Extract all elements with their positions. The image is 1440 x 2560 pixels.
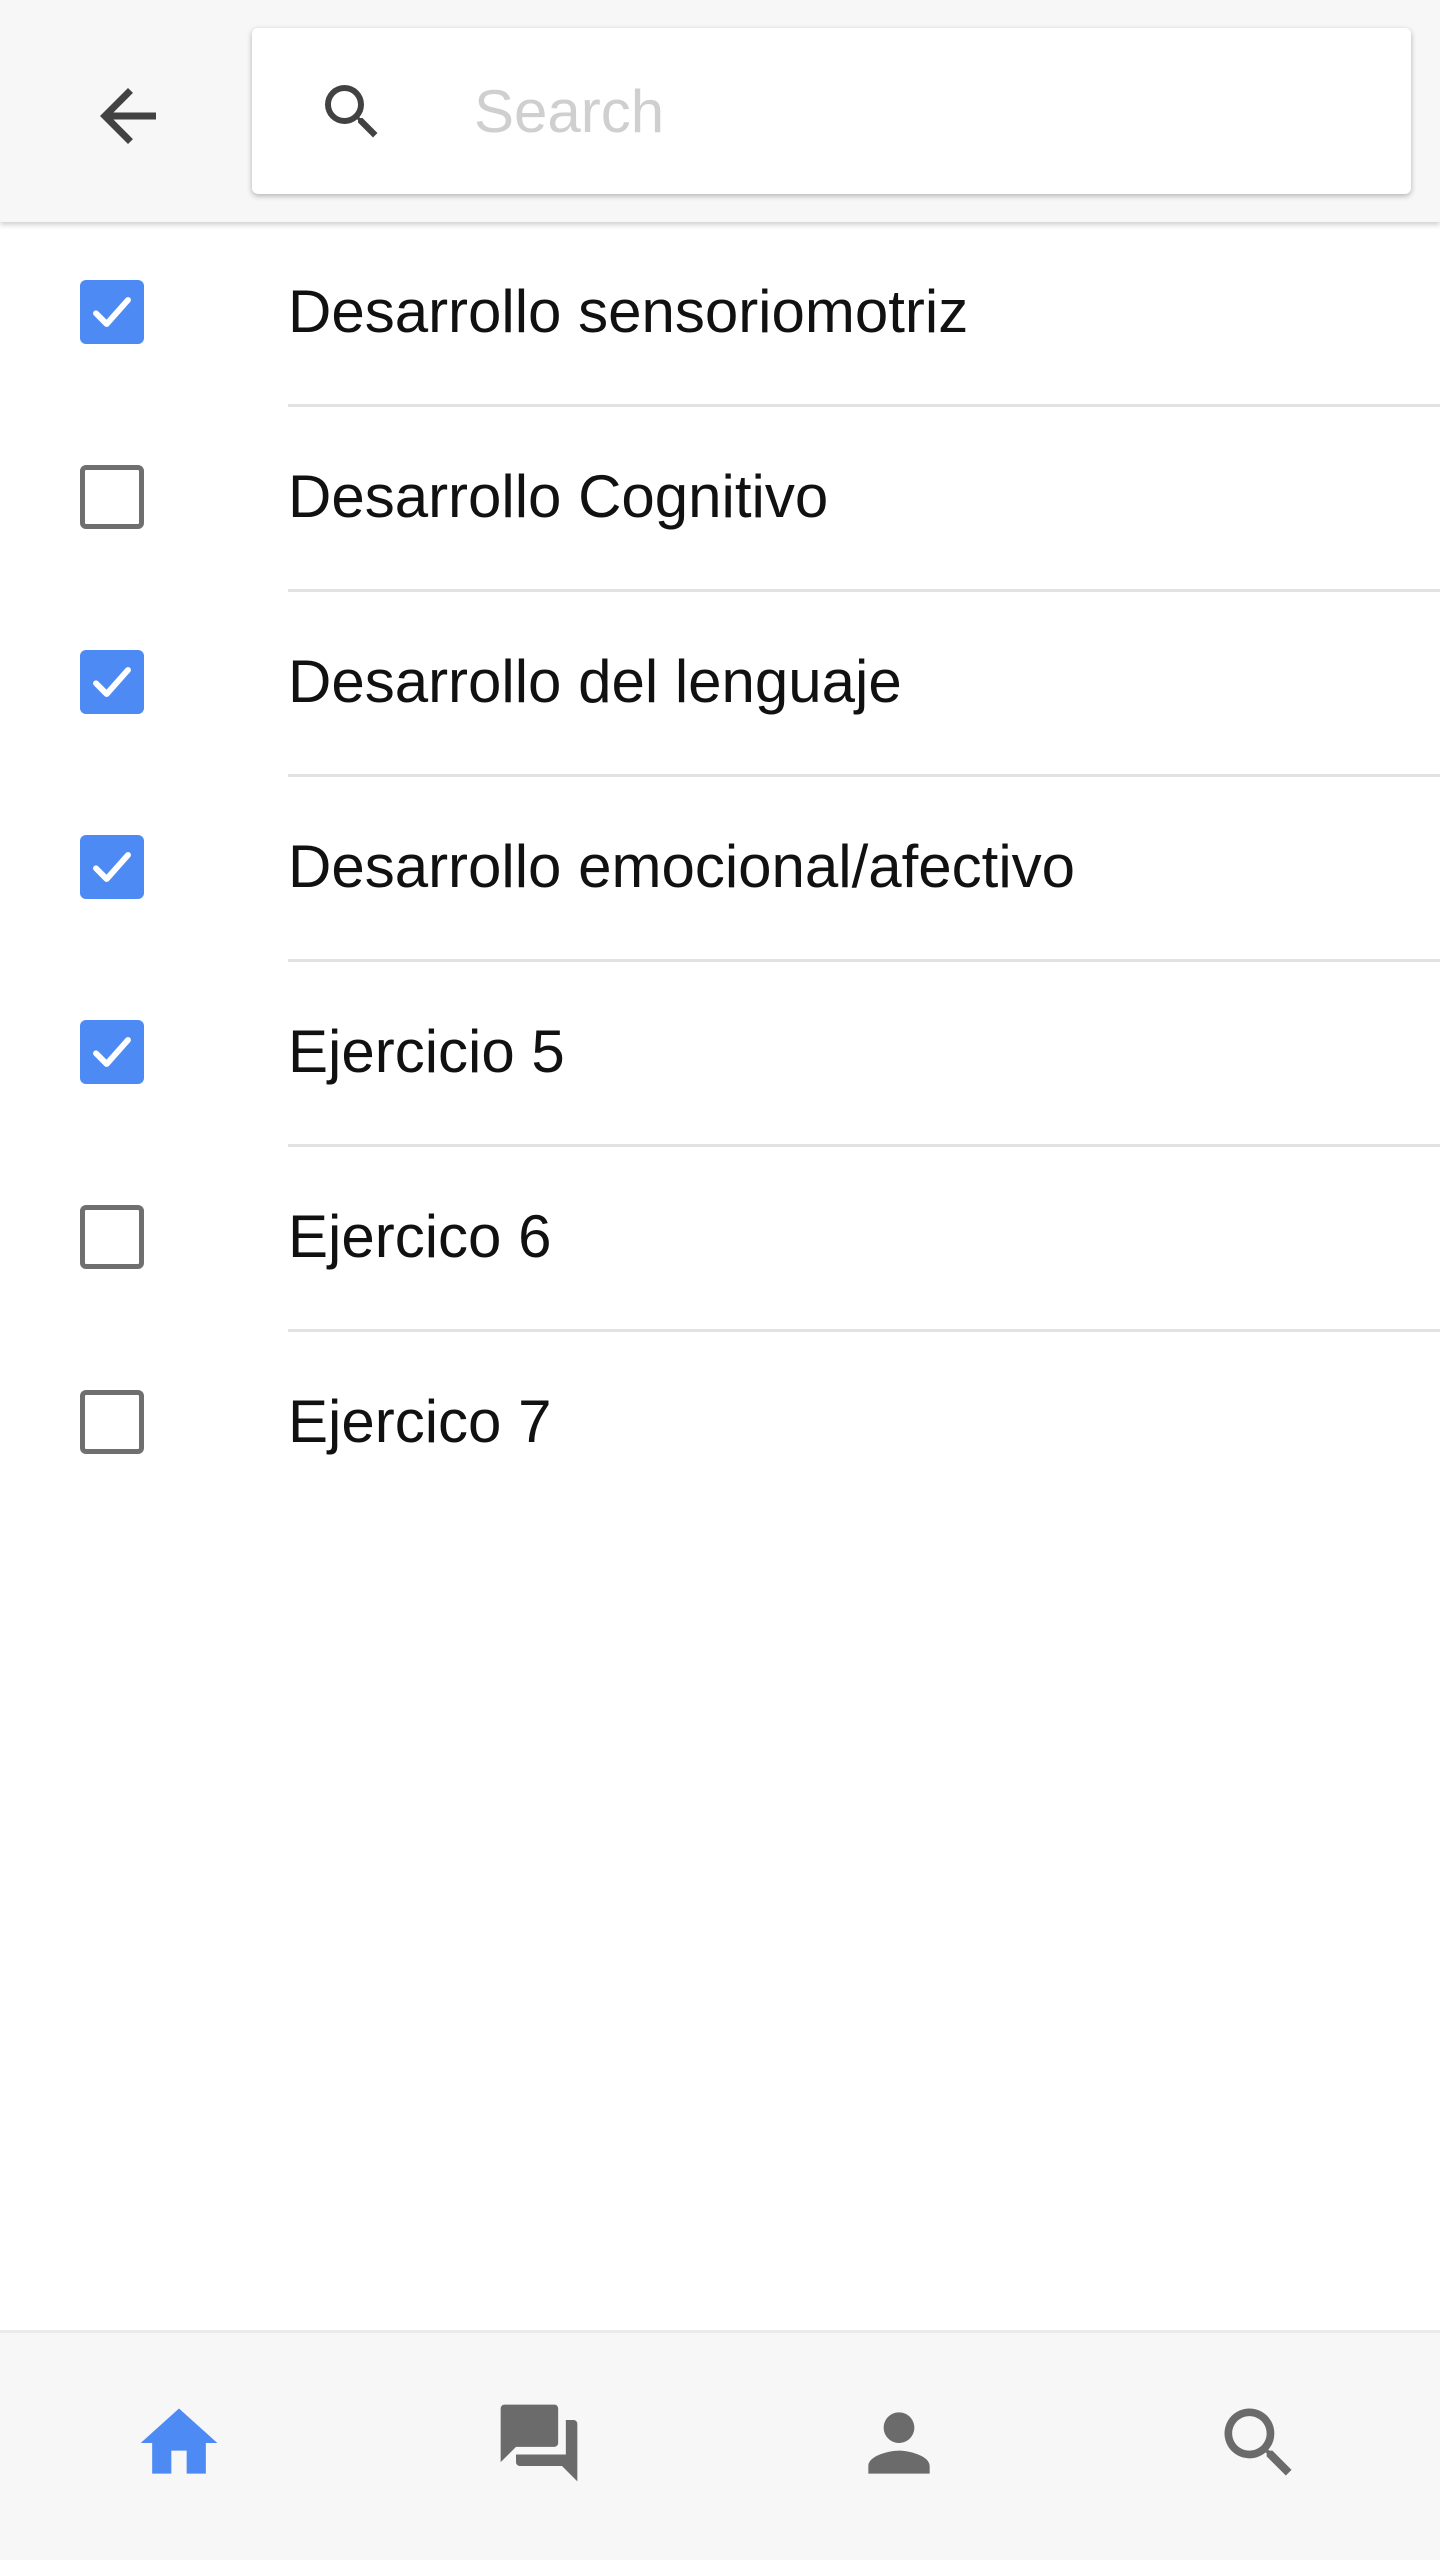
checkbox[interactable]	[80, 465, 144, 529]
nav-chat-button[interactable]	[489, 2393, 589, 2493]
person-icon	[868, 2412, 930, 2474]
list-item-label: Desarrollo emocional/afectivo	[288, 833, 1076, 900]
nav-search-button[interactable]	[1209, 2393, 1309, 2493]
checkbox[interactable]	[80, 1020, 144, 1084]
list-item-label: Desarrollo Cognitivo	[288, 463, 829, 530]
checkbox[interactable]	[80, 1390, 144, 1454]
list-item[interactable]: Ejercico 6	[0, 1147, 1440, 1332]
list-item[interactable]: Desarrollo Cognitivo	[0, 407, 1440, 592]
list-item-label: Ejercico 6	[288, 1203, 552, 1270]
home-icon	[140, 2408, 218, 2474]
checkmark-icon	[93, 852, 131, 882]
arrow-back-icon	[100, 88, 156, 144]
list-item[interactable]: Desarrollo sensoriomotriz	[0, 222, 1440, 407]
search-box	[252, 28, 1411, 194]
list-item[interactable]: Ejercicio 5	[0, 962, 1440, 1147]
checkbox[interactable]	[80, 280, 144, 344]
checkbox[interactable]	[80, 650, 144, 714]
checkmark-icon	[93, 297, 131, 327]
nav-home-button[interactable]	[129, 2393, 229, 2493]
page: Desarrollo sensoriomotriz Desarrollo Cog…	[0, 0, 1440, 2560]
checkbox[interactable]	[80, 835, 144, 899]
list-item-label: Ejercico 7	[288, 1388, 552, 1455]
search-icon	[325, 85, 378, 138]
list-item-label: Ejercicio 5	[288, 1018, 565, 1085]
checkbox[interactable]	[80, 1205, 144, 1269]
bottom-navigation	[0, 2330, 1440, 2560]
top-toolbar	[0, 0, 1440, 222]
nav-profile-button[interactable]	[849, 2393, 949, 2493]
exercise-list: Desarrollo sensoriomotriz Desarrollo Cog…	[0, 222, 1440, 1517]
checkmark-icon	[93, 667, 131, 697]
back-button[interactable]	[78, 66, 178, 166]
search-icon	[1224, 2408, 1292, 2476]
chat-icon	[500, 2404, 578, 2482]
list-item[interactable]: Desarrollo del lenguaje	[0, 592, 1440, 777]
list-item-label: Desarrollo sensoriomotriz	[288, 278, 969, 345]
search-input[interactable]	[474, 58, 1354, 164]
list-item[interactable]: Desarrollo emocional/afectivo	[0, 777, 1440, 962]
checkmark-icon	[93, 1037, 131, 1067]
list-item[interactable]: Ejercico 7	[0, 1332, 1440, 1517]
list-item-label: Desarrollo del lenguaje	[288, 648, 902, 715]
